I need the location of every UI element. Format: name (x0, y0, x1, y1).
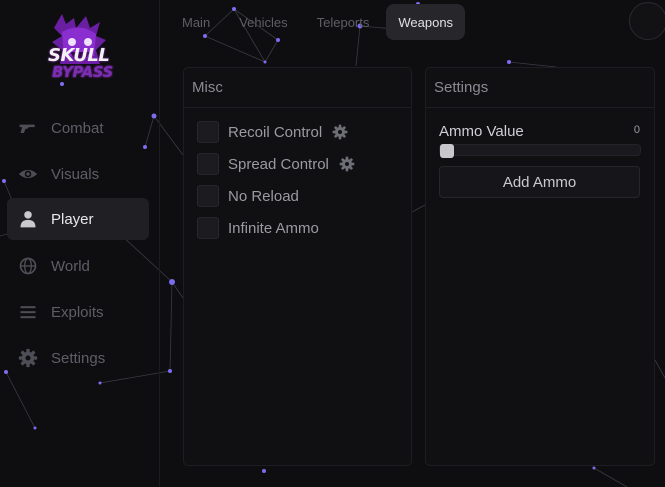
option-spread-control: Spread Control (197, 153, 355, 175)
panel-title: Misc (184, 68, 411, 108)
sidebar-item-label: World (51, 257, 90, 275)
option-infinite-ammo: Infinite Ammo (197, 217, 319, 239)
sidebar-item-label: Exploits (51, 303, 104, 321)
misc-panel: Misc Recoil Control Spread Control No Re… (183, 67, 412, 466)
infinite-ammo-checkbox[interactable] (197, 217, 219, 239)
sidebar-item-exploits[interactable]: Exploits (7, 291, 149, 333)
sidebar-item-settings[interactable]: Settings (7, 337, 149, 379)
tab-weapons[interactable]: Weapons (386, 4, 466, 40)
option-label: Infinite Ammo (228, 219, 319, 237)
slider-handle[interactable] (440, 144, 454, 158)
gun-icon (16, 116, 40, 140)
profile-avatar[interactable] (629, 2, 665, 40)
sidebar-item-visuals[interactable]: Visuals (7, 153, 149, 195)
sidebar-item-label: Combat (51, 119, 104, 137)
gear-icon[interactable] (339, 156, 355, 172)
sidebar-item-world[interactable]: World (7, 245, 149, 287)
gear-icon[interactable] (332, 124, 348, 140)
sidebar-item-combat[interactable]: Combat (7, 107, 149, 149)
eye-icon (16, 162, 40, 186)
logo-text: SKULL BYPASS (48, 45, 113, 81)
gear-icon (16, 346, 40, 370)
option-label: Spread Control (228, 155, 329, 173)
sidebar-item-label: Player (51, 210, 94, 228)
panel-title: Settings (426, 68, 654, 108)
top-tabs: Main Vehicles Teleports Weapons (170, 3, 470, 41)
option-recoil-control: Recoil Control (197, 121, 348, 143)
globe-icon (16, 254, 40, 278)
option-label: Recoil Control (228, 123, 323, 141)
user-icon (16, 207, 40, 231)
option-label: No Reload (228, 187, 299, 205)
ammo-slider[interactable] (439, 144, 641, 158)
add-ammo-button[interactable]: Add Ammo (439, 166, 640, 198)
spread-control-checkbox[interactable] (197, 153, 219, 175)
sidebar-item-player[interactable]: Player (7, 198, 149, 240)
tab-vehicles[interactable]: Vehicles (227, 4, 299, 40)
tab-teleports[interactable]: Teleports (305, 4, 382, 40)
no-reload-checkbox[interactable] (197, 185, 219, 207)
sidebar-item-label: Settings (51, 349, 106, 367)
menu-lines-icon (16, 300, 40, 324)
option-no-reload: No Reload (197, 185, 299, 207)
recoil-control-checkbox[interactable] (197, 121, 219, 143)
sidebar-item-label: Visuals (51, 165, 100, 183)
ammo-value-label: Ammo Value (439, 123, 524, 140)
settings-panel: Settings Ammo Value 0 Add Ammo (425, 67, 655, 466)
tab-main[interactable]: Main (170, 4, 222, 40)
ammo-value-readout: 0 (633, 124, 640, 136)
sidebar: SKULL BYPASS Combat Visuals Player World… (0, 0, 160, 487)
